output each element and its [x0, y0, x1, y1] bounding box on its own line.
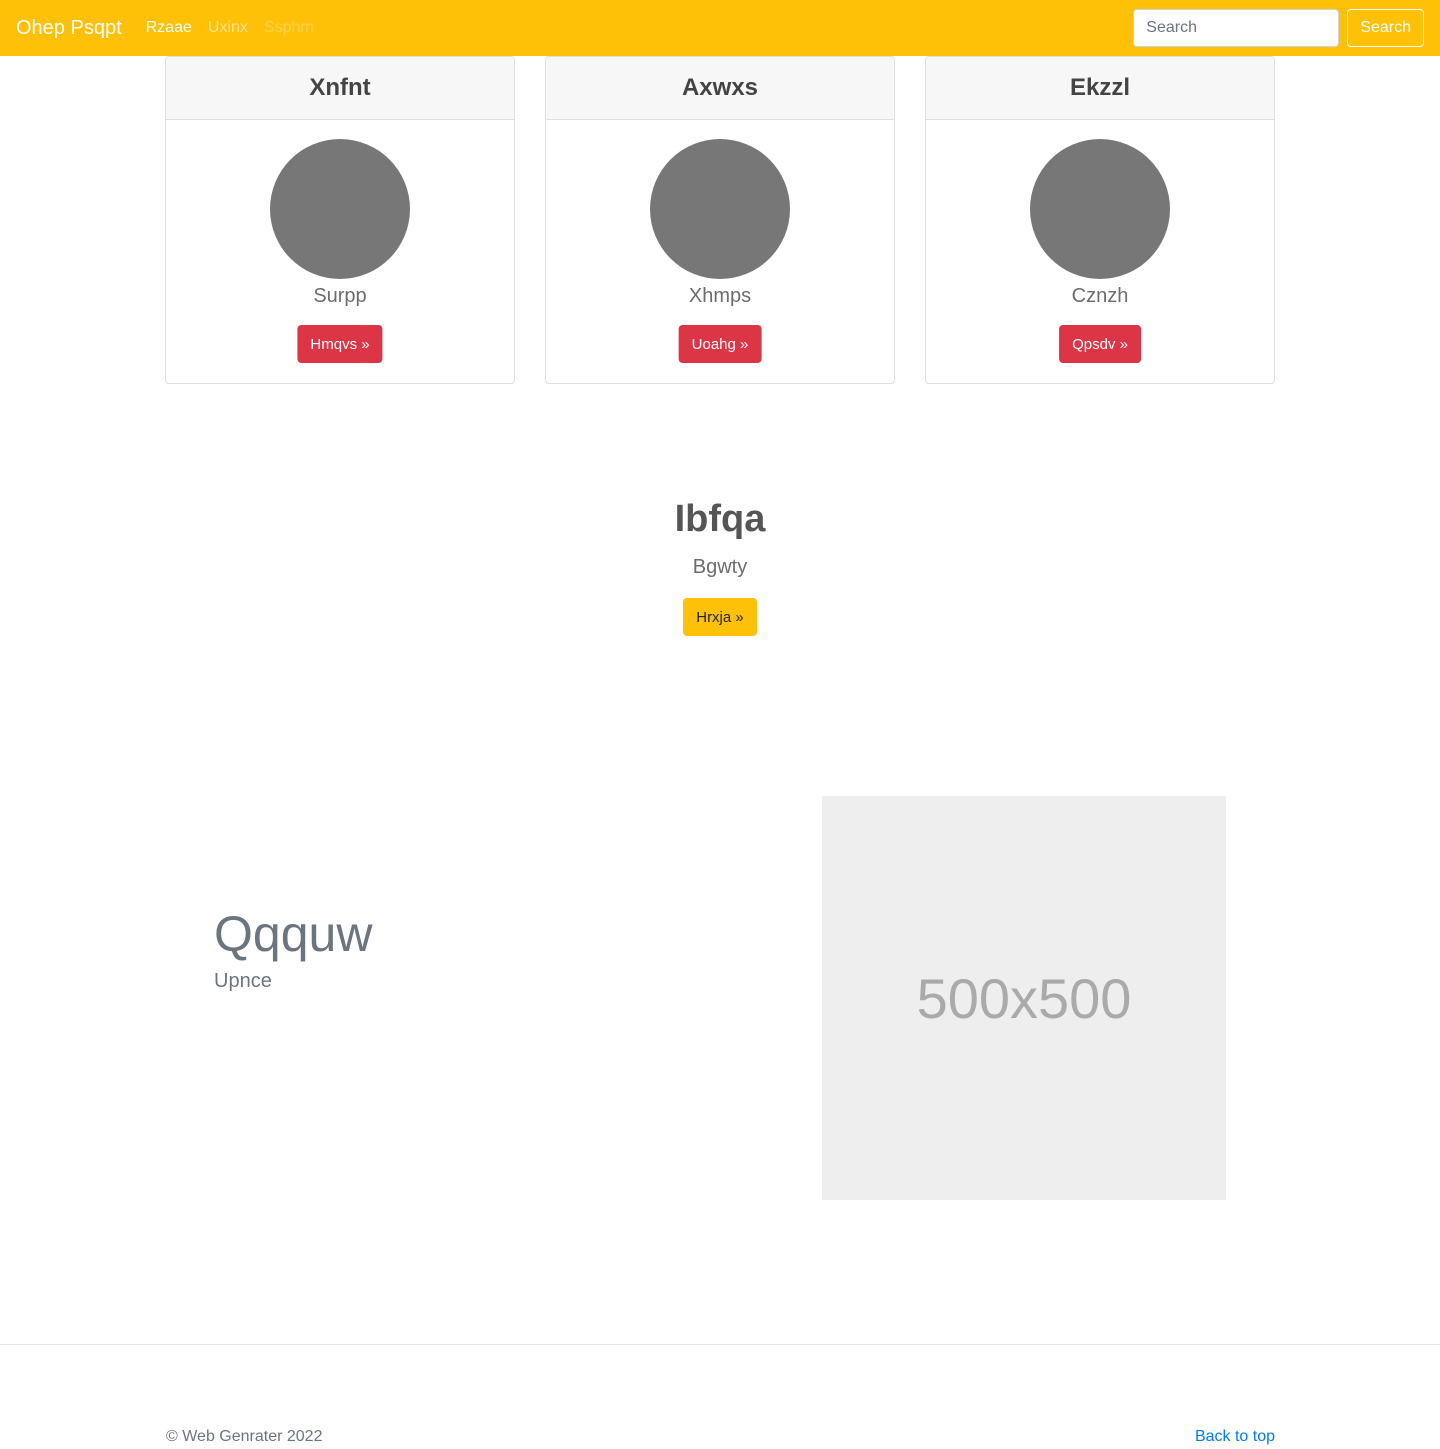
card-text: Cznzh — [1071, 285, 1129, 307]
card-axwxs: Axwxs Xhmps Uoahg » — [545, 56, 895, 384]
hero-title: Ibfqa — [674, 498, 766, 540]
card-xnfnt: Xnfnt Surpp Hmqvs » — [165, 56, 515, 384]
image-placeholder: 500x500 — [822, 796, 1226, 1200]
nav-link-rzaae[interactable]: Rzaae — [146, 19, 192, 37]
card-action-button[interactable]: Qpsdv » — [1059, 325, 1141, 363]
card-action-button[interactable]: Hmqvs » — [297, 325, 383, 363]
nav-link-uxinx[interactable]: Uxinx — [208, 19, 248, 37]
feature-title: Qqquw — [214, 906, 373, 962]
card-action-button[interactable]: Uoahg » — [678, 325, 762, 363]
footer-copyright: © Web Genrater 2022 — [166, 1428, 323, 1445]
hero-button[interactable]: Hrxja » — [683, 598, 757, 636]
avatar-placeholder — [1030, 139, 1170, 279]
search-button[interactable]: Search — [1347, 9, 1424, 47]
brand-link[interactable]: Ohep Psqpt — [16, 17, 122, 40]
hero-subtitle: Bgwty — [692, 556, 748, 578]
navbar: Ohep Psqpt Rzaae Uxinx Ssphm Search — [0, 0, 1440, 56]
back-to-top-link[interactable]: Back to top — [1195, 1428, 1275, 1446]
card-header: Axwxs — [546, 57, 894, 120]
nav-link-ssphm[interactable]: Ssphm — [264, 19, 314, 37]
footer-divider — [0, 1344, 1440, 1345]
feature-subtitle: Upnce — [214, 970, 272, 992]
avatar-placeholder — [270, 139, 410, 279]
card-ekzzl: Ekzzl Cznzh Qpsdv » — [925, 56, 1275, 384]
card-header: Xnfnt — [166, 57, 514, 120]
search-input[interactable] — [1133, 9, 1340, 47]
card-text: Surpp — [313, 285, 367, 307]
card-text: Xhmps — [688, 285, 752, 307]
avatar-placeholder — [650, 139, 790, 279]
card-header: Ekzzl — [926, 57, 1274, 120]
image-placeholder-label: 500x500 — [916, 966, 1132, 1030]
